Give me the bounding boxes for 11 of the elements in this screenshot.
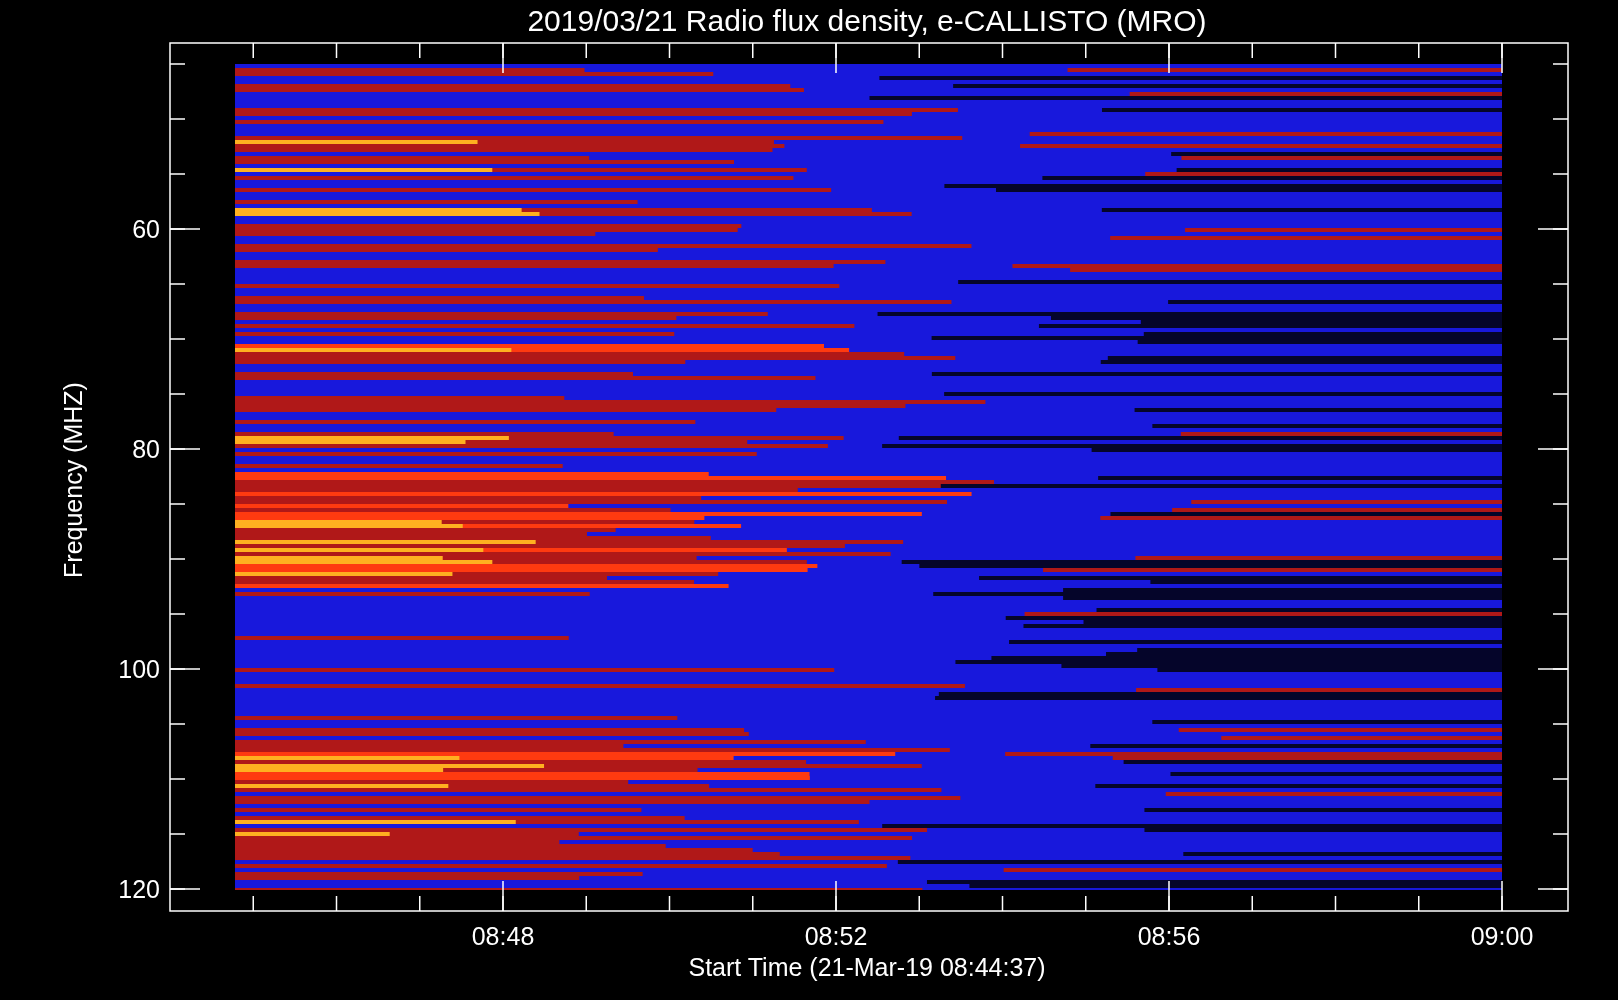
axis-label: Start Time (21-Mar-19 08:44:37) xyxy=(688,953,1046,981)
tick-label: 120 xyxy=(118,875,160,903)
tick-label: 60 xyxy=(132,215,160,243)
tick-label: 08:48 xyxy=(471,922,535,950)
chart-title: 2019/03/21 Radio flux density, e-CALLISTO (MRO) xyxy=(527,4,1207,37)
tick-label: 100 xyxy=(118,655,160,683)
tick-label: 08:56 xyxy=(1137,922,1201,950)
tick-label: 08:52 xyxy=(804,922,868,950)
axis-label: Frequency (MHZ) xyxy=(59,382,87,578)
tick-label: 80 xyxy=(132,435,160,463)
tick-label: 09:00 xyxy=(1470,922,1534,950)
